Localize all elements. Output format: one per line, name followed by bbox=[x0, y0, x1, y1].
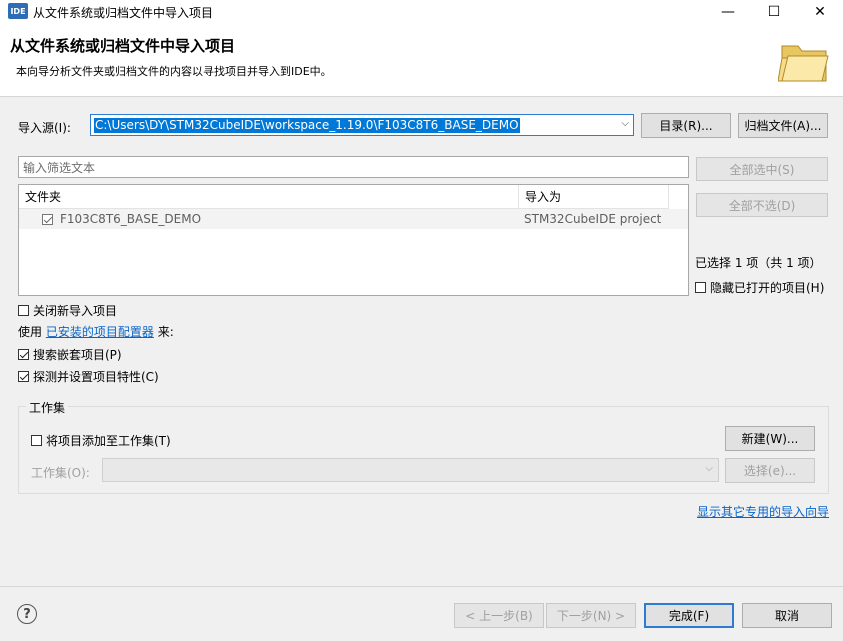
use-prefix-label: 使用 bbox=[18, 325, 43, 339]
hide-open-checkbox[interactable] bbox=[695, 282, 706, 293]
detect-config-option[interactable]: 探测并设置项目特性(C) bbox=[18, 368, 159, 385]
hide-open-option[interactable]: 隐藏已打开的项目(H) bbox=[695, 279, 824, 296]
configurators-link[interactable]: 已安装的项目配置器 bbox=[46, 325, 154, 339]
wizard-description: 本向导分析文件夹或归档文件的内容以寻找项目并导入到IDE中。 bbox=[16, 65, 332, 78]
wizard-title: 从文件系统或归档文件中导入项目 bbox=[10, 37, 236, 55]
add-to-working-set-label: 将项目添加至工作集(T) bbox=[46, 434, 171, 448]
select-working-set-button[interactable]: 选择(e)... bbox=[725, 458, 815, 483]
project-folder-name: F103C8T6_BASE_DEMO bbox=[60, 212, 202, 226]
source-path-combo[interactable]: C:\Users\DY\STM32CubeIDE\workspace_1.19.… bbox=[90, 114, 634, 136]
project-import-as: STM32CubeIDE project bbox=[524, 212, 662, 226]
table-row[interactable]: F103C8T6_BASE_DEMO STM32CubeIDE project bbox=[19, 209, 688, 229]
close-button[interactable]: ✕ bbox=[797, 0, 843, 24]
source-label: 导入源(I): bbox=[18, 121, 71, 135]
add-to-working-set-checkbox[interactable] bbox=[31, 435, 42, 446]
deselect-all-button[interactable]: 全部不选(D) bbox=[696, 193, 828, 217]
column-header-folder[interactable]: 文件夹 bbox=[19, 185, 519, 209]
back-button[interactable]: < 上一步(B) bbox=[454, 603, 544, 628]
cancel-button[interactable]: 取消 bbox=[742, 603, 832, 628]
working-set-label: 工作集(O): bbox=[31, 466, 90, 480]
source-path-value: C:\Users\DY\STM32CubeIDE\workspace_1.19.… bbox=[94, 118, 520, 133]
working-set-group-label: 工作集 bbox=[26, 399, 69, 416]
configurators-line: 使用 已安装的项目配置器 来: bbox=[18, 323, 174, 340]
chevron-down-icon[interactable]: ⌵ bbox=[621, 118, 629, 129]
finish-button[interactable]: 完成(F) bbox=[644, 603, 734, 628]
search-nested-checkbox[interactable] bbox=[18, 349, 29, 360]
add-to-working-set-option[interactable]: 将项目添加至工作集(T) bbox=[31, 432, 171, 449]
projects-table[interactable]: 文件夹 导入为 F103C8T6_BASE_DEMO STM32CubeIDE … bbox=[18, 184, 689, 296]
other-import-wizards-link[interactable]: 显示其它专用的导入向导 bbox=[697, 503, 829, 520]
detect-config-checkbox[interactable] bbox=[18, 371, 29, 382]
chevron-down-icon[interactable]: ⌵ bbox=[705, 463, 713, 474]
close-new-option[interactable]: 关闭新导入项目 bbox=[18, 302, 117, 319]
help-icon[interactable]: ? bbox=[17, 604, 37, 624]
use-suffix-label: 来: bbox=[157, 325, 174, 339]
open-folder-icon bbox=[778, 45, 829, 82]
search-nested-label: 搜索嵌套项目(P) bbox=[33, 348, 122, 362]
title-bar: IDE 从文件系统或归档文件中导入项目 — ☐ ✕ bbox=[0, 0, 843, 24]
detect-config-label: 探测并设置项目特性(C) bbox=[33, 370, 159, 384]
working-set-combo[interactable]: ⌵ bbox=[102, 458, 719, 482]
next-button[interactable]: 下一步(N) > bbox=[546, 603, 636, 628]
minimize-button[interactable]: — bbox=[705, 0, 751, 24]
footer-divider bbox=[0, 586, 843, 587]
search-nested-option[interactable]: 搜索嵌套项目(P) bbox=[18, 346, 122, 363]
select-all-button[interactable]: 全部选中(S) bbox=[696, 157, 828, 181]
maximize-button[interactable]: ☐ bbox=[751, 0, 797, 24]
window-title: 从文件系统或归档文件中导入项目 bbox=[33, 6, 214, 20]
project-checkbox[interactable] bbox=[42, 214, 53, 225]
archive-button[interactable]: 归档文件(A)... bbox=[738, 113, 828, 138]
close-new-checkbox[interactable] bbox=[18, 305, 29, 316]
ide-app-icon: IDE bbox=[8, 3, 28, 19]
filter-input[interactable]: 输入筛选文本 bbox=[18, 156, 689, 178]
close-new-label: 关闭新导入项目 bbox=[33, 304, 118, 318]
new-working-set-button[interactable]: 新建(W)... bbox=[725, 426, 815, 451]
column-header-import-as[interactable]: 导入为 bbox=[519, 185, 669, 209]
directory-button[interactable]: 目录(R)... bbox=[641, 113, 731, 138]
selection-status: 已选择 1 项（共 1 项） bbox=[695, 256, 822, 270]
hide-open-label: 隐藏已打开的项目(H) bbox=[710, 281, 825, 295]
